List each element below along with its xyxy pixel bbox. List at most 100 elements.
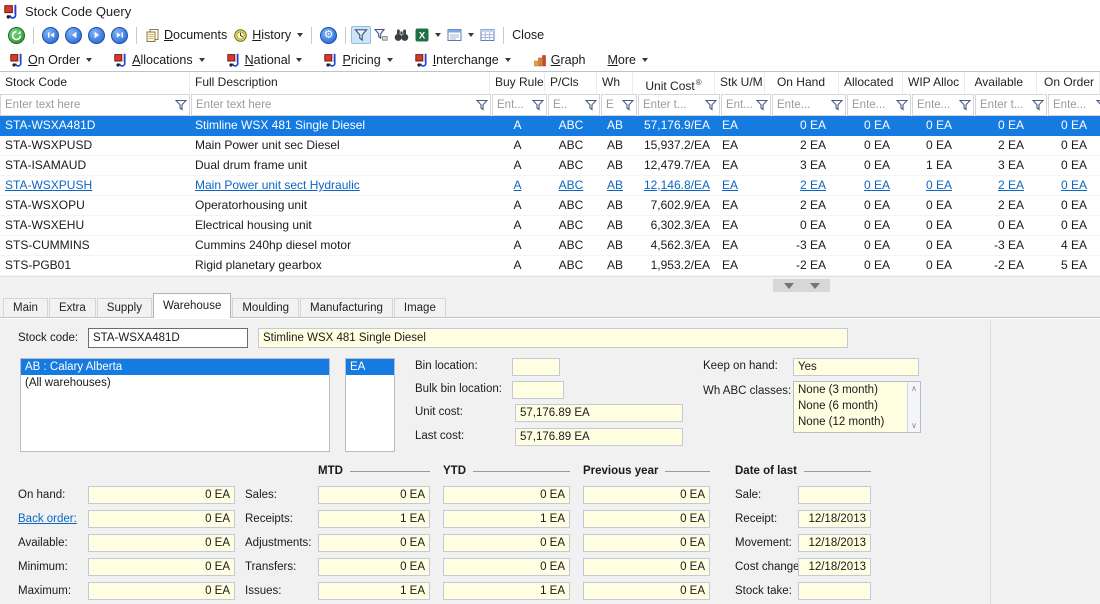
- transfers-ytd-field[interactable]: 0 EA: [443, 558, 570, 576]
- issues-ytd-field[interactable]: 1 EA: [443, 582, 570, 600]
- column-header-p-cls[interactable]: P/Cls: [545, 72, 597, 94]
- scroll-down-icon[interactable]: ∨: [911, 421, 917, 430]
- export-excel-button[interactable]: X: [412, 26, 444, 44]
- history-button[interactable]: History: [230, 26, 306, 45]
- minimum-field[interactable]: 0 EA: [88, 558, 235, 576]
- allocations-menu-button[interactable]: Allocations: [111, 51, 207, 69]
- filter-funnel-icon[interactable]: [476, 99, 488, 111]
- column-header-buy-rule[interactable]: Buy Rule: [490, 72, 545, 94]
- filter-cell[interactable]: [847, 94, 911, 116]
- splitter-collapse-button[interactable]: [773, 279, 830, 292]
- filter-funnel-icon[interactable]: [532, 99, 544, 111]
- filter-button[interactable]: [351, 26, 371, 44]
- nav-previous-button[interactable]: [62, 25, 85, 46]
- sales-previous-field[interactable]: 0 EA: [583, 486, 710, 504]
- nav-first-button[interactable]: [39, 25, 62, 46]
- filter-input[interactable]: [915, 98, 958, 112]
- clear-filter-button[interactable]: [371, 26, 391, 44]
- table-row[interactable]: STA-WSXEHUElectrical housing unitAABCAB6…: [0, 216, 1100, 236]
- filter-input[interactable]: [194, 98, 475, 112]
- receipts-previous-field[interactable]: 0 EA: [583, 510, 710, 528]
- last-receipt-field[interactable]: 12/18/2013: [798, 510, 871, 528]
- table-row[interactable]: STA-WSXPUSHMain Power unit sect Hydrauli…: [0, 176, 1100, 196]
- pane-splitter[interactable]: [0, 276, 1100, 293]
- filter-funnel-icon[interactable]: [1032, 99, 1044, 111]
- filter-input[interactable]: [724, 98, 755, 112]
- list-item[interactable]: None (6 month): [794, 398, 907, 414]
- table-row[interactable]: STA-WSXPUSDMain Power unit sec DieselAAB…: [0, 136, 1100, 156]
- column-header-unit-cost[interactable]: ˇ Unit Cost®: [633, 72, 715, 94]
- sales-mtd-field[interactable]: 0 EA: [318, 486, 430, 504]
- filter-cell[interactable]: [492, 94, 547, 116]
- list-item[interactable]: None (3 month): [794, 382, 907, 398]
- receipts-mtd-field[interactable]: 1 EA: [318, 510, 430, 528]
- graph-button[interactable]: Graph: [530, 51, 589, 69]
- tab-image[interactable]: Image: [394, 298, 446, 318]
- filter-funnel-icon[interactable]: [585, 99, 597, 111]
- filter-input[interactable]: [850, 98, 895, 112]
- filter-funnel-icon[interactable]: [756, 99, 768, 111]
- column-header-available[interactable]: Available: [965, 72, 1037, 94]
- pricing-menu-button[interactable]: Pricing: [321, 51, 395, 69]
- column-header-full-description[interactable]: Full Description: [190, 72, 490, 94]
- transfers-mtd-field[interactable]: 0 EA: [318, 558, 430, 576]
- filter-funnel-icon[interactable]: [622, 99, 634, 111]
- scrollbar[interactable]: ∧ ∨: [907, 382, 920, 432]
- filter-cell[interactable]: [601, 94, 637, 116]
- on-order-menu-button[interactable]: On Order: [7, 51, 95, 69]
- scroll-up-icon[interactable]: ∧: [911, 384, 917, 393]
- filter-cell[interactable]: [1048, 94, 1100, 116]
- filter-funnel-icon[interactable]: [896, 99, 908, 111]
- column-header-wip-alloc[interactable]: WIP Alloc: [903, 72, 965, 94]
- receipts-ytd-field[interactable]: 1 EA: [443, 510, 570, 528]
- tab-manufacturing[interactable]: Manufacturing: [300, 298, 393, 318]
- column-header-on-hand[interactable]: On Hand: [765, 72, 839, 94]
- design-grid-button[interactable]: [477, 26, 498, 44]
- last-movement-field[interactable]: 12/18/2013: [798, 534, 871, 552]
- nav-last-button[interactable]: [108, 25, 131, 46]
- documents-button[interactable]: Documents: [142, 26, 230, 45]
- filter-cell[interactable]: [638, 94, 720, 116]
- filter-cell[interactable]: [975, 94, 1047, 116]
- wh-abc-classes-list[interactable]: None (3 month) None (6 month) None (12 m…: [793, 381, 921, 433]
- refresh-button[interactable]: [5, 25, 28, 46]
- filter-cell[interactable]: [0, 94, 190, 116]
- adjustments-previous-field[interactable]: 0 EA: [583, 534, 710, 552]
- filter-input[interactable]: [3, 98, 174, 112]
- column-header-allocated[interactable]: Allocated: [839, 72, 903, 94]
- back-order-link[interactable]: Back order:: [18, 513, 88, 525]
- column-header-stk-um[interactable]: Stk U/M: [715, 72, 765, 94]
- table-row[interactable]: STA-WSXA481DStimline WSX 481 Single Dies…: [0, 116, 1100, 136]
- maximum-field[interactable]: 0 EA: [88, 582, 235, 600]
- table-row[interactable]: STA-ISAMAUDDual drum frame unitAABCAB12,…: [0, 156, 1100, 176]
- filter-input[interactable]: [1051, 98, 1095, 112]
- stock-code-input[interactable]: [88, 328, 248, 348]
- sales-ytd-field[interactable]: 0 EA: [443, 486, 570, 504]
- tab-extra[interactable]: Extra: [49, 298, 96, 318]
- available-field[interactable]: 0 EA: [88, 534, 235, 552]
- list-item[interactable]: None (12 month): [794, 414, 907, 430]
- list-item[interactable]: EA: [346, 359, 394, 375]
- unit-cost-field[interactable]: 57,176.89 EA: [515, 404, 683, 422]
- bulk-bin-field[interactable]: [512, 381, 564, 399]
- stock-description-field[interactable]: Stimline WSX 481 Single Diesel: [258, 328, 848, 348]
- interchange-menu-button[interactable]: Interchange: [412, 51, 514, 69]
- report-button[interactable]: [444, 26, 477, 44]
- filter-input[interactable]: [775, 98, 830, 112]
- list-item[interactable]: (All warehouses): [21, 375, 329, 391]
- tab-warehouse[interactable]: Warehouse: [153, 293, 231, 318]
- last-sale-field[interactable]: [798, 486, 871, 504]
- find-button[interactable]: [391, 26, 412, 44]
- national-menu-button[interactable]: National: [224, 51, 306, 69]
- filter-funnel-icon[interactable]: [175, 99, 187, 111]
- table-row[interactable]: STS-PGB01Rigid planetary gearboxAABCAB1,…: [0, 256, 1100, 276]
- filter-funnel-icon[interactable]: [705, 99, 717, 111]
- last-stock-take-field[interactable]: [798, 582, 871, 600]
- last-cost-field[interactable]: 57,176.89 EA: [515, 428, 683, 446]
- filter-cell[interactable]: [191, 94, 491, 116]
- tab-moulding[interactable]: Moulding: [232, 298, 299, 318]
- nav-next-button[interactable]: [85, 25, 108, 46]
- filter-funnel-icon[interactable]: [959, 99, 971, 111]
- column-header-stock-code[interactable]: Stock Code: [0, 72, 190, 94]
- filter-input[interactable]: [495, 98, 531, 112]
